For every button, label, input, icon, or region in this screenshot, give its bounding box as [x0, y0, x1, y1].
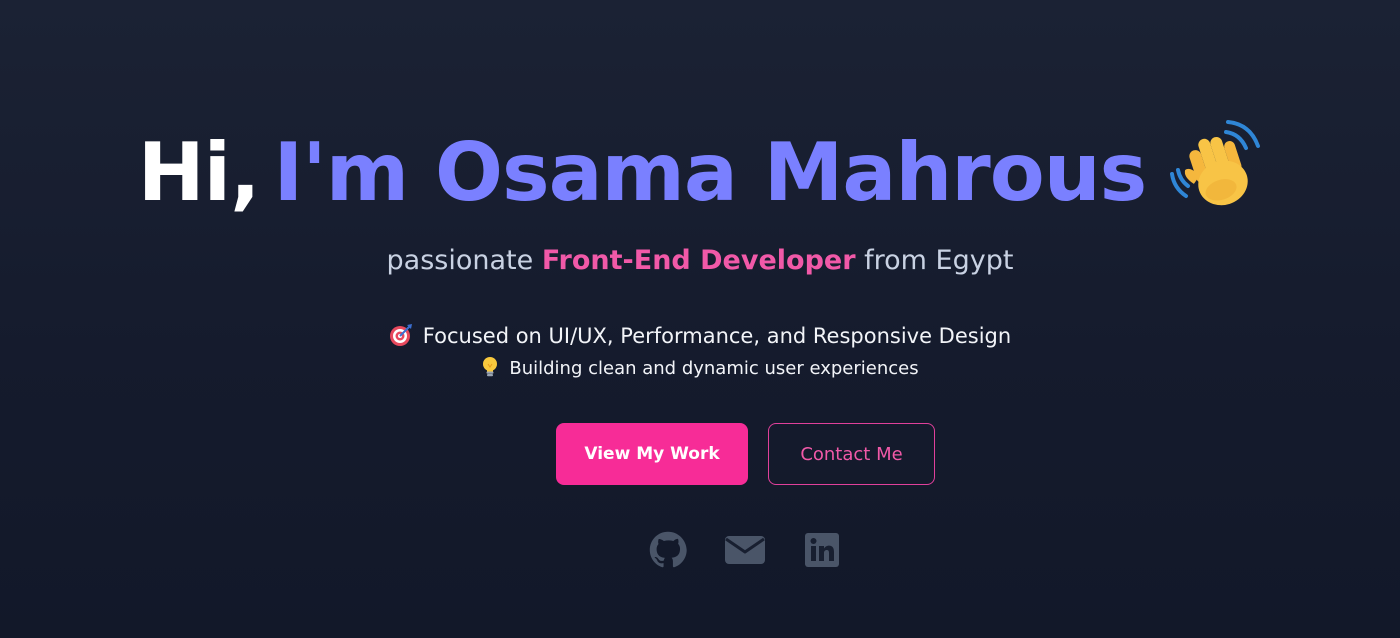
- target-icon: [389, 323, 413, 356]
- waving-hand-icon: [1166, 118, 1262, 214]
- view-my-work-label: View My Work: [584, 444, 720, 464]
- hero-subtitle: passionate Front-End Developer from Egyp…: [0, 242, 1400, 280]
- github-link[interactable]: [648, 530, 688, 570]
- subtitle-prefix: passionate: [386, 245, 542, 276]
- subtitle-role: Front-End Developer: [541, 245, 856, 276]
- name-text: I'm Osama Mahrous: [273, 126, 1147, 219]
- subtitle-suffix: from Egypt: [855, 245, 1014, 276]
- hero-headline: Hi, I'm Osama Mahrous: [0, 118, 1400, 223]
- linkedin-icon: [804, 532, 840, 568]
- focus-line: Focused on UI/UX, Performance, and Respo…: [0, 320, 1400, 356]
- contact-me-button[interactable]: Contact Me: [768, 423, 935, 485]
- focus-text: Focused on UI/UX, Performance, and Respo…: [422, 324, 1012, 348]
- building-line: Building clean and dynamic user experien…: [0, 355, 1400, 387]
- email-link[interactable]: [725, 530, 765, 570]
- github-icon: [649, 531, 687, 569]
- envelope-icon: [725, 534, 765, 566]
- greeting-text: Hi,: [137, 126, 261, 219]
- contact-me-label: Contact Me: [800, 443, 903, 465]
- linkedin-link[interactable]: [802, 530, 842, 570]
- hero-section: Hi, I'm Osama Mahrous passionate Front-E…: [0, 0, 1400, 638]
- view-my-work-button[interactable]: View My Work: [556, 423, 748, 485]
- lightbulb-icon: [481, 356, 499, 387]
- building-text: Building clean and dynamic user experien…: [509, 358, 919, 379]
